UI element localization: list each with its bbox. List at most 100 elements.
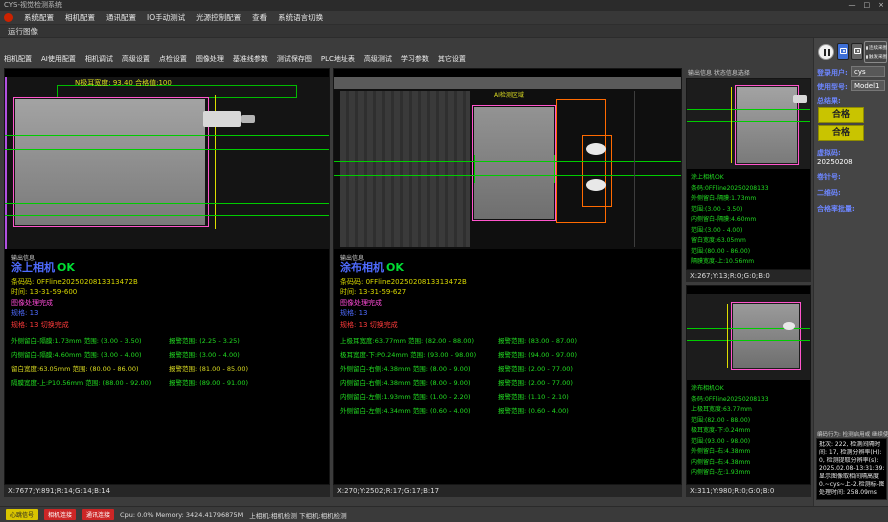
log-line: 范围:(3.00 - 3.50) [691, 205, 769, 216]
radio-icon[interactable] [866, 55, 868, 59]
camera-name: 涂布相机OK [340, 259, 404, 275]
spec-text: 规格: 13 [340, 308, 368, 318]
bright-spot [783, 322, 795, 330]
radio-label: 连续采图 [869, 45, 887, 51]
menu-item[interactable]: 光源控制配置 [196, 12, 241, 23]
thumbnail-log-2: 涂布相机OK条码:0FFline20250208133上极耳宽度:63.77mm… [691, 384, 769, 479]
guide-line [5, 215, 329, 216]
tab-item[interactable]: 高级测试 [364, 54, 392, 64]
camera-panel-left[interactable]: N极耳宽度: 93.40 合格值:100 输出信息 涂上相机OK 条码码: 0F… [4, 68, 330, 485]
tab-item[interactable]: 相机调试 [85, 54, 113, 64]
main-window: CYS-视觉检测系统 — □ × 系统配置相机配置通讯配置IO手动测试光源控制配… [0, 0, 888, 522]
stats-line: 0, 检测提取分辨率(s): [819, 457, 884, 465]
submenu-item[interactable]: 运行图像 [8, 26, 38, 37]
time-text: 时间: 13-31-59-600 [11, 287, 77, 297]
capture-mode-option-1[interactable]: 连续采图 [866, 43, 885, 52]
model-value-field[interactable]: Model1 [851, 80, 885, 91]
guide-line [687, 109, 810, 110]
pass-rate-label: 合格率批量: [817, 204, 855, 214]
alarm-range-text: 报警范围: (89.00 - 91.00) [169, 377, 248, 387]
measurement-row: 内侧留白-右侧:4.38mm 范围: (8.00 - 9.00) 报警范围: (… [340, 375, 679, 389]
window-title: CYS-视觉检测系统 [4, 1, 62, 9]
process-done-text: 图像处理完成 [340, 298, 382, 308]
user-label: 登录用户: [817, 68, 848, 78]
measure-line-yellow [731, 87, 732, 163]
guide-line-vertical [474, 155, 475, 183]
guide-line [5, 149, 329, 150]
total-result-label: 总结果: [817, 96, 841, 106]
log-line: 极耳宽度-下:0.24mm [691, 426, 769, 437]
sub-menu-bar: 运行图像 [0, 25, 888, 38]
left-coords-strip: X:7677;Y:891;R:14;G:14;B:14 [4, 485, 330, 497]
tab-bar: 相机配置 AI使用配置相机调试高级设置点检设置图像处理基准线参数测试保存图 PLC地… [4, 52, 682, 66]
measurement-row: 外侧留白-隔膜:1.73mm 范围: (3.00 - 3.50) 报警范围: (… [11, 333, 327, 347]
menu-item[interactable]: IO手动测试 [147, 12, 185, 23]
app-logo-icon [4, 13, 13, 22]
comm-link-badge: 通讯连接 [82, 509, 114, 520]
tab-item[interactable]: 其它设置 [438, 54, 466, 64]
thumbnail-log-1: 涂上相机OK条码:0FFline20250208133外侧留白-隔膜:1.73m… [691, 173, 769, 268]
connector-part [203, 111, 241, 127]
bright-spot [586, 179, 606, 191]
menu-item[interactable]: 通讯配置 [106, 12, 136, 23]
close-icon[interactable]: × [878, 0, 884, 11]
maximize-icon[interactable]: □ [864, 0, 871, 11]
model-label: 使用型号: [817, 82, 848, 92]
tab-item[interactable]: AI使用配置 [41, 54, 76, 64]
camera-link-badge: 相机连接 [44, 509, 76, 520]
menu-item[interactable]: 系统配置 [24, 12, 54, 23]
measurement-text: 外侧留白-隔膜:1.73mm 范围: (3.00 - 3.50) [11, 335, 169, 345]
log-line: 条码:0FFline20250208133 [691, 395, 769, 406]
measurement-row: 隔膜宽度-上:P10.56mm 范围: (88.00 - 92.00) 报警范围… [11, 375, 327, 389]
spec-text: 规格: 13 [11, 308, 39, 318]
log-line: 范围:(80.00 - 86.00) [691, 247, 769, 258]
minimize-icon[interactable]: — [849, 0, 856, 11]
camera-name: 涂上相机OK [11, 259, 75, 275]
roi-rect-magenta [472, 105, 556, 221]
stats-line: 显示图像取相间隔高度 [819, 473, 884, 481]
log-line: 范围:(82.00 - 88.00) [691, 416, 769, 427]
tab-item[interactable]: 相机配置 [4, 54, 32, 64]
alarm-range-text: 报警范围: (81.00 - 85.00) [169, 363, 248, 373]
tab-item[interactable]: PLC地址表 [321, 54, 355, 64]
camera-panel-right[interactable]: AI检测区域 输出信息 涂布相机OK 条码码: 0FFline202502081… [333, 68, 682, 485]
virtual-code-label: 虚拟码: [817, 148, 841, 158]
thumbnail-panel-2[interactable]: 涂布相机OK条码:0FFline20250208133上极耳宽度:63.77mm… [686, 285, 811, 485]
measurement-row: 内侧留白-左侧:1.93mm 范围: (1.00 - 2.20) 报警范围: (… [340, 389, 679, 403]
edge-marker-line [5, 77, 7, 249]
camera-view-toggle-2[interactable] [851, 43, 863, 60]
right-coords-strip: X:270;Y:2502;R:17;G:17;B:17 [333, 485, 682, 497]
measurement-text: 内侧留白-右侧:4.38mm 范围: (8.00 - 9.00) [340, 377, 498, 387]
radio-icon[interactable] [866, 46, 868, 50]
alarm-range-text: 报警范围: (2.25 - 3.25) [169, 335, 240, 345]
tab-item[interactable]: 图像处理 [196, 54, 224, 64]
capture-mode-option-2[interactable]: 触发采图 [866, 52, 885, 61]
measurement-text: 隔膜宽度-上:P10.56mm 范围: (88.00 - 92.00) [11, 377, 169, 387]
tab-item[interactable]: 点检设置 [159, 54, 187, 64]
stats-line: 2025.02.08-13:31:39:05 [819, 465, 884, 473]
camera-status-ok: OK [386, 261, 404, 274]
menu-item[interactable]: 系统语言切换 [278, 12, 323, 23]
menu-item[interactable]: 相机配置 [65, 12, 95, 23]
tab-item[interactable]: 基准线参数 [233, 54, 268, 64]
roi-rect-magenta [731, 302, 801, 370]
barcode-text: 条码码: 0FFline2025020813313472B [340, 277, 467, 287]
tab-item[interactable]: 测试保存图 [277, 54, 312, 64]
right-measurements: 上极耳宽度:63.77mm 范围: (82.00 - 88.00) 报警范围: … [340, 333, 679, 417]
pause-button[interactable] [818, 44, 834, 60]
menu-item[interactable]: 查看 [252, 12, 267, 23]
guide-line [687, 340, 810, 341]
user-value-field[interactable]: cys [851, 66, 885, 77]
tab-item[interactable]: 高级设置 [122, 54, 150, 64]
tab-item[interactable]: 学习参数 [401, 54, 429, 64]
time-text: 时间: 13-31-59-627 [340, 287, 406, 297]
measurement-row: 外侧留白-右侧:4.38mm 范围: (8.00 - 9.00) 报警范围: (… [340, 361, 679, 375]
barcode-text: 条码码: 0FFline2025020813313472B [11, 277, 138, 287]
stats-header: 编码行为: 检测启用或 继续使用 [817, 430, 888, 438]
alarm-range-text: 报警范围: (94.00 - 97.00) [498, 349, 577, 359]
pause-icon [824, 49, 826, 56]
machine-panel [340, 91, 470, 247]
stats-line: 0.~cys~上-2.检测标-图像 [819, 481, 884, 489]
thumbnail-panel-1[interactable]: 涂上相机OK条码:0FFline20250208133外侧留白-隔膜:1.73m… [686, 78, 811, 270]
camera-view-toggle-1[interactable] [837, 43, 849, 60]
